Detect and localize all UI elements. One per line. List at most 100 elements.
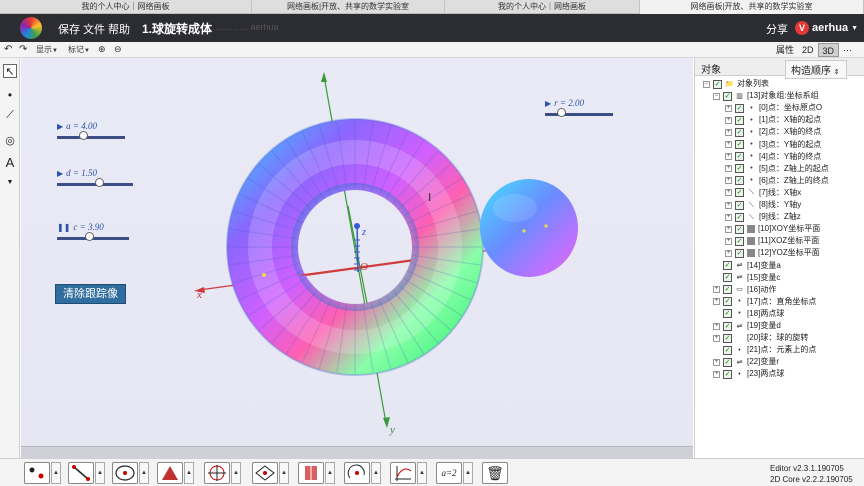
share-button[interactable]: 分享: [766, 21, 788, 37]
expand-toggle-icon[interactable]: +: [725, 225, 732, 233]
visibility-checkbox[interactable]: ✓: [735, 115, 744, 125]
expand-toggle-icon[interactable]: +: [725, 141, 732, 148]
expand-toggle-icon[interactable]: +: [725, 177, 732, 185]
tree-item[interactable]: ✓ ⇌ [15]变量c: [713, 272, 780, 284]
visibility-checkbox[interactable]: ✓: [735, 200, 744, 210]
tree-item[interactable]: + ✓ ⟍ [8]线：Y轴y: [725, 199, 801, 211]
area-tools-button[interactable]: [298, 462, 324, 484]
visibility-checkbox[interactable]: ✓: [735, 212, 744, 222]
variable-tool-button[interactable]: a=2: [436, 462, 462, 484]
line-tools-button[interactable]: [68, 462, 94, 484]
slider-track[interactable]: [57, 136, 125, 139]
expand-toggle-icon[interactable]: +: [725, 104, 732, 112]
tree-item[interactable]: + ✓ • [0]点：坐标原点O: [725, 102, 822, 114]
transform-tools-dropdown[interactable]: ▲: [231, 462, 241, 484]
expand-toggle-icon[interactable]: +: [725, 128, 732, 136]
play-icon[interactable]: ▶: [57, 169, 63, 178]
slider-knob[interactable]: [85, 232, 94, 241]
expand-toggle-icon[interactable]: +: [713, 298, 720, 306]
visibility-checkbox[interactable]: ✓: [723, 333, 732, 343]
tree-item[interactable]: + ✓ • [23]两点球: [713, 368, 784, 380]
tree-item[interactable]: ✓ ⇌ [14]变量a: [713, 260, 781, 272]
menu-file[interactable]: 文件: [83, 21, 105, 37]
visibility-checkbox[interactable]: ✓: [735, 248, 744, 258]
clear-trace-button[interactable]: 清除跟踪像: [55, 284, 126, 304]
visibility-checkbox[interactable]: ✓: [735, 176, 744, 186]
trash-icon[interactable]: 🗑: [482, 462, 508, 484]
expand-toggle-icon[interactable]: −: [713, 92, 720, 100]
visibility-checkbox[interactable]: ✓: [735, 236, 744, 246]
tree-item[interactable]: + ✓ • [3]点：Y轴的起点: [725, 139, 821, 151]
tree-item[interactable]: − ✓ 📁 对象列表: [703, 78, 769, 90]
more-tools-chevron-icon[interactable]: ▼: [3, 176, 17, 190]
visibility-checkbox[interactable]: ✓: [735, 152, 744, 162]
arc-tools-button[interactable]: [344, 462, 370, 484]
tree-item[interactable]: + ✓ ⇌ [22]变量r: [713, 356, 779, 368]
pause-icon[interactable]: ❚❚: [57, 223, 70, 232]
point-tool-icon[interactable]: •: [3, 88, 17, 102]
measure-tools-dropdown[interactable]: ▲: [279, 462, 289, 484]
expand-toggle-icon[interactable]: +: [713, 334, 720, 342]
visibility-checkbox[interactable]: ✓: [735, 188, 744, 198]
mode-2d-button[interactable]: 2D: [798, 43, 818, 57]
browser-tab[interactable]: 网络画板|开放、共享的数学实验室: [252, 0, 445, 14]
function-tools-button[interactable]: [390, 462, 416, 484]
tree-item[interactable]: + ✓ • [4]点：Y轴的终点: [725, 151, 821, 163]
expand-toggle-icon[interactable]: +: [713, 322, 720, 330]
display-dropdown[interactable]: 显示▼: [36, 43, 58, 56]
polygon-tools-button[interactable]: [157, 462, 183, 484]
slider-knob[interactable]: [79, 131, 88, 140]
tree-item[interactable]: ✓ • [18]两点球: [713, 308, 784, 320]
menu-help[interactable]: 帮助: [108, 21, 130, 37]
redo-icon[interactable]: ↷: [19, 43, 27, 56]
tree-item[interactable]: + ✓ [11]XOZ坐标平面: [725, 235, 819, 247]
expand-toggle-icon[interactable]: +: [713, 286, 720, 294]
visibility-checkbox[interactable]: ✓: [723, 369, 732, 379]
properties-tab[interactable]: 属性: [772, 43, 798, 57]
browser-tab[interactable]: 我的个人中心｜网络画板: [445, 0, 640, 14]
tree-item[interactable]: − ✓ ▥ [13]对象组:坐标系组: [713, 90, 819, 102]
visibility-checkbox[interactable]: ✓: [723, 321, 732, 331]
circle-tools-button[interactable]: [112, 462, 138, 484]
tree-item[interactable]: + ✓ ⟍ [9]线：Z轴z: [725, 211, 801, 223]
tree-item[interactable]: + ✓ ⟍ [7]线：X轴x: [725, 187, 801, 199]
tree-item[interactable]: + ✓ • [1]点：X轴的起点: [725, 114, 821, 126]
visibility-checkbox[interactable]: ✓: [723, 273, 732, 283]
tree-item[interactable]: + ✓ • [6]点：Z轴上的终点: [725, 175, 829, 187]
visibility-checkbox[interactable]: ✓: [735, 224, 744, 234]
expand-toggle-icon[interactable]: +: [725, 189, 732, 197]
more-icon[interactable]: ···: [839, 43, 856, 57]
visibility-checkbox[interactable]: ✓: [723, 91, 732, 101]
transform-tools-button[interactable]: [204, 462, 230, 484]
zoom-in-icon[interactable]: ⊕: [98, 43, 106, 56]
slider-track[interactable]: [545, 113, 613, 116]
visibility-checkbox[interactable]: ✓: [723, 297, 732, 307]
play-icon[interactable]: ▶: [545, 99, 551, 108]
slider-knob[interactable]: [95, 178, 104, 187]
mode-3d-button[interactable]: 3D: [817, 43, 840, 57]
slider-knob[interactable]: [557, 108, 566, 117]
expand-toggle-icon[interactable]: +: [725, 249, 732, 257]
expand-toggle-icon[interactable]: +: [725, 237, 732, 245]
visibility-checkbox[interactable]: ✓: [723, 357, 732, 367]
tree-item[interactable]: + ✓ [10]XOY坐标平面: [725, 223, 820, 235]
browser-tab-active[interactable]: 网络画板|开放、共享的数学实验室: [640, 0, 864, 14]
canvas-scrollbar[interactable]: [21, 446, 693, 458]
visibility-checkbox[interactable]: ✓: [723, 261, 732, 270]
tree-item[interactable]: + ✓ • [5]点：Z轴上的起点: [725, 163, 829, 175]
arc-tools-dropdown[interactable]: ▲: [371, 462, 381, 484]
expand-toggle-icon[interactable]: +: [725, 213, 732, 221]
expand-toggle-icon[interactable]: +: [713, 358, 720, 366]
visibility-checkbox[interactable]: ✓: [735, 103, 744, 113]
area-tools-dropdown[interactable]: ▲: [325, 462, 335, 484]
point-tools-button[interactable]: [24, 462, 50, 484]
expand-toggle-icon[interactable]: +: [725, 116, 732, 124]
3d-canvas[interactable]: I x y z O ▶ a = 4.00 ▶ d = 1.50 ❚❚ c = 3.90…: [21, 58, 693, 446]
visibility-checkbox[interactable]: ✓: [723, 309, 732, 319]
tree-item[interactable]: + ✓ [12]YOZ坐标平面: [725, 247, 820, 259]
visibility-checkbox[interactable]: ✓: [735, 164, 744, 174]
expand-toggle-icon[interactable]: −: [703, 80, 710, 88]
text-tool-icon[interactable]: A: [3, 156, 17, 170]
visibility-checkbox[interactable]: ✓: [735, 140, 744, 149]
variable-tools-dropdown[interactable]: ▲: [463, 462, 473, 484]
